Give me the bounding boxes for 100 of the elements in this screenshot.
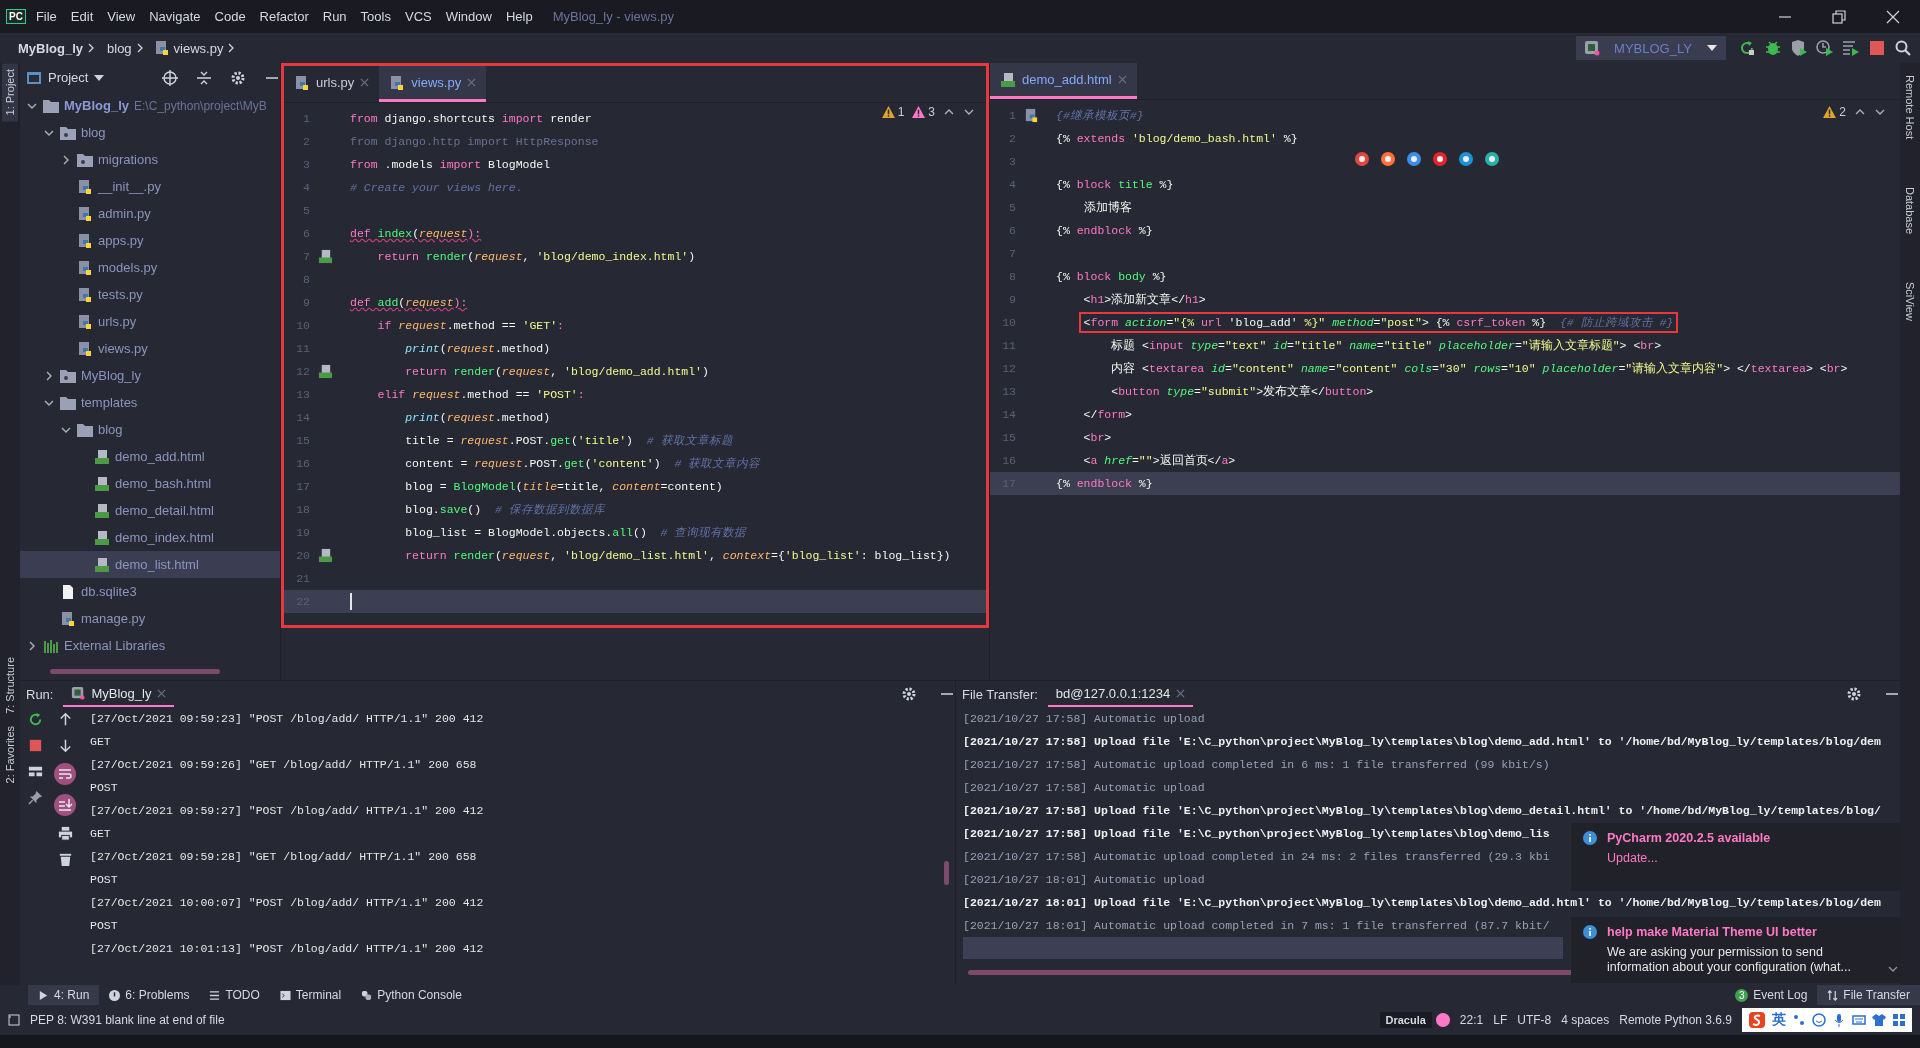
- tool-window-button[interactable]: 4: Run: [28, 985, 100, 1005]
- menu-item[interactable]: Tools: [360, 9, 391, 24]
- tree-item[interactable]: External Libraries: [20, 632, 280, 659]
- status-item[interactable]: 4 spaces: [1561, 1013, 1610, 1027]
- panel-toggle-icon[interactable]: [8, 1014, 20, 1026]
- tree-item[interactable]: MyBlog_ly: [20, 362, 280, 389]
- editor-tab[interactable]: demo_add.html: [990, 63, 1137, 99]
- scroll-to-end-icon[interactable]: [54, 794, 76, 816]
- tree-item[interactable]: admin.py: [20, 200, 280, 227]
- tool-window-tab[interactable]: 1: Project: [2, 63, 18, 122]
- menu-item[interactable]: File: [35, 9, 57, 24]
- tree-item[interactable]: models.py: [20, 254, 280, 281]
- inspection-count[interactable]: 3: [912, 105, 935, 119]
- tool-window-tab[interactable]: 2: Favorites: [2, 720, 18, 790]
- transfer-tab[interactable]: bd@127.0.0.1:1234: [1047, 681, 1194, 707]
- status-item[interactable]: LF: [1493, 1013, 1508, 1027]
- scrollbar[interactable]: [944, 861, 949, 885]
- tree-item[interactable]: views.py: [20, 335, 280, 362]
- menu-item[interactable]: VCS: [404, 9, 432, 24]
- menu-item[interactable]: Code: [214, 9, 246, 24]
- menu-item[interactable]: Edit: [70, 9, 94, 24]
- tree-item[interactable]: demo_add.html: [20, 443, 280, 470]
- punctuation-icon[interactable]: [1792, 1013, 1806, 1027]
- browser-icon[interactable]: [1354, 151, 1370, 167]
- status-item[interactable]: Remote Python 3.6.9: [1619, 1013, 1732, 1027]
- smiley-icon[interactable]: [1812, 1013, 1826, 1027]
- inspection-count[interactable]: 1: [881, 105, 905, 119]
- tree-item[interactable]: templates: [20, 389, 280, 416]
- run-tab[interactable]: MyBlog_ly: [63, 681, 175, 707]
- inspection-count[interactable]: 2: [1823, 105, 1846, 119]
- tool-window-tab[interactable]: Database: [1902, 181, 1918, 241]
- tool-window-button[interactable]: Terminal: [269, 985, 352, 1005]
- tree-item[interactable]: manage.py: [20, 605, 280, 632]
- browser-icon[interactable]: [1432, 151, 1448, 167]
- tree-item[interactable]: MyBlog_ly E:\C_python\project\MyB: [20, 92, 280, 119]
- breadcrumb[interactable]: views.py: [173, 40, 224, 56]
- menu-item[interactable]: Run: [322, 9, 347, 24]
- editor-tab[interactable]: views.py: [379, 66, 487, 102]
- run-list-icon[interactable]: [1842, 39, 1860, 57]
- browser-icon[interactable]: [1406, 151, 1422, 167]
- breadcrumb[interactable]: blog: [107, 40, 132, 56]
- tool-window-tab[interactable]: SciView: [1902, 276, 1918, 328]
- tool-window-tab[interactable]: 7: Structure: [2, 651, 18, 721]
- scrollbar[interactable]: [50, 669, 220, 674]
- tree-item[interactable]: demo_list.html: [20, 551, 280, 578]
- html-file-icon[interactable]: [317, 249, 333, 264]
- panel-title[interactable]: Project: [48, 70, 89, 85]
- tool-window-button[interactable]: TODO: [199, 985, 270, 1005]
- grid-icon[interactable]: [1892, 1013, 1906, 1027]
- tree-item[interactable]: __init__.py: [20, 173, 280, 200]
- menu-item[interactable]: View: [107, 9, 136, 24]
- caret-icon[interactable]: [94, 74, 105, 81]
- menu-item[interactable]: Window: [445, 9, 492, 24]
- breadcrumb[interactable]: MyBlog_ly: [18, 40, 83, 56]
- settings-icon[interactable]: [1846, 686, 1862, 702]
- browser-icon[interactable]: [1484, 151, 1500, 167]
- python-file-icon[interactable]: [1023, 108, 1039, 123]
- input-language[interactable]: 英: [1772, 1011, 1786, 1029]
- microphone-icon[interactable]: [1832, 1013, 1846, 1027]
- tool-window-button[interactable]: 3 Event Log: [1725, 985, 1818, 1005]
- collapse-icon[interactable]: [196, 69, 212, 86]
- tool-window-button[interactable]: Python Console: [351, 985, 472, 1005]
- locate-icon[interactable]: [162, 69, 178, 86]
- stop-icon[interactable]: [1868, 39, 1886, 57]
- html-file-icon[interactable]: [317, 364, 333, 379]
- soft-wrap-icon[interactable]: [54, 763, 76, 785]
- shirt-icon[interactable]: [1872, 1013, 1886, 1027]
- theme-indicator[interactable]: Dracula: [1379, 1012, 1432, 1028]
- tree-item[interactable]: demo_index.html: [20, 524, 280, 551]
- input-method-bar[interactable]: 英: [1742, 1008, 1912, 1032]
- tree-item[interactable]: blog: [20, 416, 280, 443]
- bug-icon[interactable]: [1764, 39, 1782, 57]
- tree-item[interactable]: tests.py: [20, 281, 280, 308]
- tree-item[interactable]: db.sqlite3: [20, 578, 280, 605]
- coverage-icon[interactable]: [1790, 39, 1808, 57]
- browser-icon[interactable]: [1380, 151, 1396, 167]
- tree-item[interactable]: blog: [20, 119, 280, 146]
- profiler-icon[interactable]: [1816, 39, 1834, 57]
- keyboard-icon[interactable]: [1852, 1013, 1866, 1027]
- tool-window-button[interactable]: 6: Problems: [99, 985, 200, 1005]
- menu-item[interactable]: Refactor: [259, 9, 309, 24]
- status-item[interactable]: UTF-8: [1517, 1013, 1552, 1027]
- tree-item[interactable]: demo_bash.html: [20, 470, 280, 497]
- tool-window-button[interactable]: File Transfer: [1817, 985, 1920, 1005]
- tree-item[interactable]: demo_detail.html: [20, 497, 280, 524]
- search-icon[interactable]: [1894, 39, 1912, 57]
- editor-tab[interactable]: urls.py: [284, 66, 380, 102]
- tool-window-tab[interactable]: Remote Host: [1902, 69, 1918, 146]
- tree-item[interactable]: migrations: [20, 146, 280, 173]
- settings-icon[interactable]: [901, 686, 917, 702]
- rerun-icon[interactable]: [1738, 39, 1756, 57]
- print-icon[interactable]: [56, 825, 74, 842]
- pin-icon[interactable]: [26, 789, 44, 806]
- browser-icon[interactable]: [1458, 151, 1474, 167]
- tree-item[interactable]: urls.py: [20, 308, 280, 335]
- menu-item[interactable]: Navigate: [149, 9, 201, 24]
- status-item[interactable]: 22:1: [1459, 1013, 1484, 1027]
- menu-item[interactable]: Help: [505, 9, 533, 24]
- tree-item[interactable]: apps.py: [20, 227, 280, 254]
- update-link[interactable]: Update...: [1607, 851, 1658, 865]
